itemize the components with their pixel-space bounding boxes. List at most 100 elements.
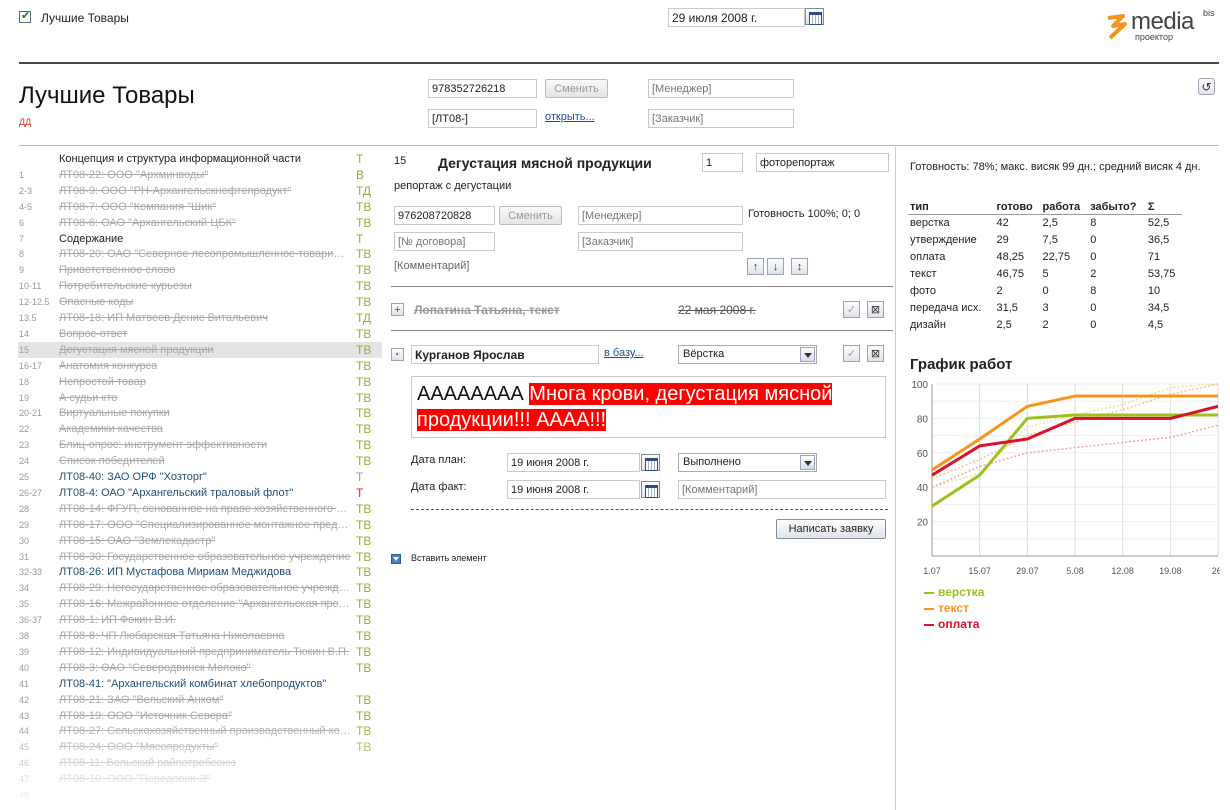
list-item[interactable]: 20-21 Виртуальные покупки ТВ [18, 405, 382, 421]
header-change-button[interactable]: Сменить [545, 79, 608, 98]
list-item[interactable]: 23 Блиц-опрос: инструмент эффективности ТВ [18, 437, 382, 453]
list-item[interactable]: 26-27 ЛТ08-4: ОАО "Архангельский траловый… [18, 485, 382, 501]
list-item[interactable]: 19 А судьи кто ТВ [18, 390, 382, 406]
header-open-link[interactable]: открыть... [545, 111, 595, 123]
header-code-input[interactable] [428, 109, 537, 128]
task-approve-button[interactable]: ✓ [843, 345, 860, 362]
list-item[interactable]: 34 ЛТ08-29: Негосударственное образовател… [18, 580, 382, 596]
task-approve-button[interactable]: ✓ [843, 301, 860, 318]
list-item-title: ЛТ08-29: Негосударственное образовательн… [59, 582, 351, 595]
task-to-db-link[interactable]: в базу... [604, 347, 643, 359]
header-manager-input[interactable] [648, 79, 794, 98]
task-stage-select[interactable]: Вёрстка [678, 345, 817, 364]
article-isbn-input[interactable] [394, 206, 495, 225]
article-count-input[interactable] [702, 153, 743, 172]
list-item[interactable]: 2-3 ЛТ08-9: ООО "РН-Архангельскнефтепроду… [18, 183, 382, 199]
list-item[interactable]: 16-17 Анатомия конкурса ТВ [18, 358, 382, 374]
task-delete-button[interactable]: ⊠ [867, 345, 884, 362]
list-item-code: ТВ [356, 692, 372, 707]
article-manager-input[interactable] [578, 206, 743, 225]
list-item[interactable]: 22 Академики качества ТВ [18, 421, 382, 437]
list-item[interactable]: 12-12.5 Опасные коды ТВ [18, 294, 382, 310]
write-request-button[interactable]: Написать заявку [776, 519, 886, 539]
top-divider [19, 62, 1219, 64]
list-item[interactable]: 40 ЛТ08-3: ОАО "Северодвинск Молоко" ТВ [18, 660, 382, 676]
list-item[interactable]: 41 ЛТ08-41: "Архангельский комбинат хлебо… [18, 676, 382, 692]
list-item[interactable]: 1 ЛТ08-22: ООО "Архминводы" В [18, 167, 382, 183]
header-isbn-input[interactable] [428, 79, 537, 98]
list-item[interactable]: 10-11 Потребительские курьезы ТВ [18, 278, 382, 294]
calendar-icon[interactable] [641, 481, 660, 498]
stats-header-row: тип готово работа забыто? Σ [908, 200, 1182, 215]
stats-row: оплата 48,25 22,75 0 71 [908, 249, 1182, 266]
task-comment-input[interactable] [678, 480, 886, 499]
list-item[interactable]: 29 ЛТ08-17: ООО "Специализированное монта… [18, 517, 382, 533]
list-item[interactable]: 15 Дегустация мясной продукции ТВ [18, 341, 382, 358]
task-delete-button[interactable]: ⊠ [867, 301, 884, 318]
list-item[interactable]: 9 Приветственное слово ТВ [18, 262, 382, 278]
list-item[interactable]: 35 ЛТ08-16: Межрайонное отделение "Арханг… [18, 596, 382, 612]
task-expand-button[interactable]: · [391, 348, 404, 361]
list-item[interactable]: 28 ЛТ08-14: ФГУП, основанное на праве хоз… [18, 501, 382, 517]
calendar-icon[interactable] [805, 8, 824, 25]
status-select[interactable]: Выполнено [678, 453, 817, 472]
topbar-date-input[interactable] [668, 8, 805, 27]
list-item[interactable]: 36-37 ЛТ08-1: ИП Фокин В.И. ТВ [18, 612, 382, 628]
stats-cell: 10 [1147, 285, 1161, 297]
list-item-page: 34 [19, 583, 30, 594]
insert-element-label[interactable]: Вставить элемент [411, 553, 487, 563]
article-type-input[interactable] [756, 153, 889, 172]
stats-cell: 2,5 [996, 319, 1012, 331]
list-item[interactable]: 14 Вопрос-ответ ТВ [18, 326, 382, 342]
list-item[interactable]: 38 ЛТ08-8: ЧП Любарская Татьяна Николаевн… [18, 628, 382, 644]
list-item[interactable]: 25 ЛТ08-40: ЗАО ОРФ "Хозторг" Т [18, 469, 382, 485]
article-comment-label[interactable]: [Комментарий] [394, 260, 469, 272]
stats-cell: 0 [1090, 234, 1097, 246]
list-item[interactable]: 7 Содержание Т [18, 231, 382, 247]
insert-element-icon[interactable] [391, 554, 401, 564]
stats-cell: 48,25 [996, 251, 1025, 263]
list-item[interactable]: 4-5 ЛТ08-7: ООО "Компания "Шик" ТВ [18, 199, 382, 215]
task-name: Лопатина Татьяна, текст [414, 303, 560, 317]
list-item[interactable]: 30 ЛТ08-15: ОАО "Землекадастр" ТВ [18, 533, 382, 549]
article-contract-input[interactable] [394, 232, 495, 251]
refresh-button[interactable]: ↺ [1198, 78, 1215, 95]
task-name-input[interactable] [411, 345, 599, 364]
list-item-code: ТВ [356, 422, 372, 437]
fact-date-input[interactable] [507, 480, 640, 499]
stats-cell: 0 [1090, 302, 1097, 314]
move-up-button[interactable]: ↑ [747, 258, 764, 275]
article-change-button[interactable]: Сменить [499, 206, 562, 225]
list-item[interactable]: 18 Непростой товар ТВ [18, 374, 382, 390]
stats-cell: 46,75 [996, 268, 1025, 280]
list-item-page: 38 [19, 631, 30, 641]
list-item-page: 31 [19, 551, 30, 562]
list-item[interactable]: 24 Список победителей ТВ [18, 453, 382, 469]
list-item[interactable]: 42 ЛТ08-21: ЗАО "Вельский Анком" ТВ [18, 692, 382, 708]
list-item[interactable]: 13.5 ЛТ08-18: ИП Матвеев Денис Витальевич… [18, 310, 382, 326]
list-item-title: ЛТ08-12: Индивидуальный предприниматель … [59, 645, 350, 658]
list-item[interactable]: 32-33 ЛТ08-26: ИП Мустафова Мириам Меджид… [18, 564, 382, 580]
list-item[interactable]: 8 ЛТ08-20: ОАО "Северное лесопромышленное… [18, 246, 382, 262]
stats-cell: 7,5 [1042, 234, 1058, 246]
x-tick-label: 29.07 [1016, 566, 1039, 576]
plan-date-input[interactable] [507, 453, 640, 472]
list-item-page: 26-27 [19, 487, 43, 498]
move-updown-button[interactable]: ↕ [791, 258, 808, 275]
legend-item: оплата [924, 616, 984, 632]
topbar-checkbox[interactable]: ✔ [19, 10, 31, 23]
header-customer-input[interactable] [648, 109, 794, 128]
move-down-button[interactable]: ↓ [767, 258, 784, 275]
text-editor[interactable]: АААААААА Многа крови, дегустация мясной … [411, 376, 886, 438]
list-item[interactable]: 6 ЛТ08-6: ОАО "Архангельский ЦБК" ТВ [18, 215, 382, 231]
list-item-page: 20-21 [19, 408, 43, 419]
calendar-icon[interactable] [641, 454, 660, 471]
list-item[interactable]: Концепция и структура информационной час… [18, 151, 382, 167]
list-item-code: ТВ [356, 454, 372, 469]
article-customer-input[interactable] [578, 232, 743, 251]
list-item[interactable]: 31 ЛТ08-30: Государственное образовательн… [18, 549, 382, 565]
list-item[interactable]: 39 ЛТ08-12: Индивидуальный предпринимател… [18, 644, 382, 660]
task-expand-button[interactable]: + [391, 303, 404, 316]
stats-cell: 22,75 [1042, 251, 1071, 263]
arrow-up-icon: ↑ [752, 260, 759, 273]
